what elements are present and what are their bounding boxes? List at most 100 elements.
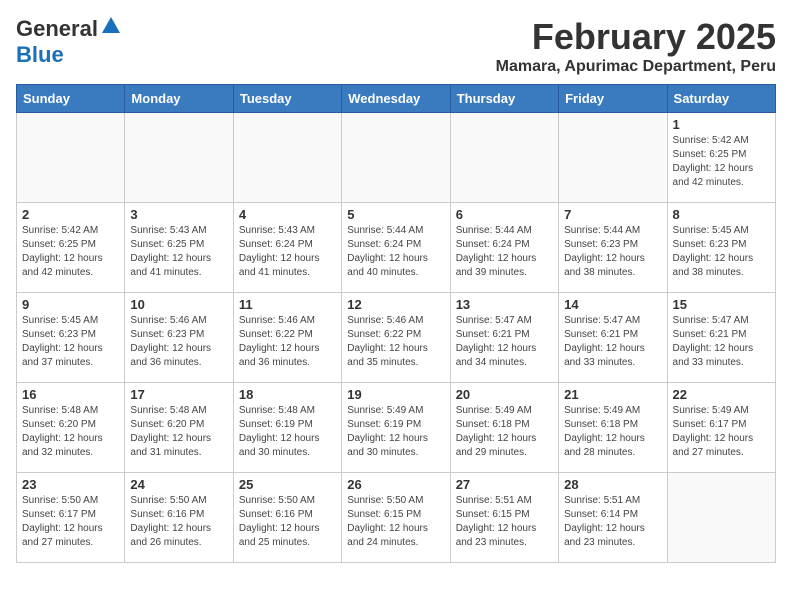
calendar-cell: 18 Sunrise: 5:48 AM Sunset: 6:19 PM Dayli… [233,383,341,473]
logo: General Blue [16,16,122,68]
day-info: Sunrise: 5:46 AM Sunset: 6:22 PM Dayligh… [239,314,336,370]
day-number: 13 [456,297,553,312]
day-number: 25 [239,477,336,492]
day-info: Sunrise: 5:45 AM Sunset: 6:23 PM Dayligh… [673,224,770,280]
logo-triangle-icon [100,15,122,37]
day-info: Sunrise: 5:46 AM Sunset: 6:23 PM Dayligh… [130,314,227,370]
calendar-cell: 16 Sunrise: 5:48 AM Sunset: 6:20 PM Dayli… [17,383,125,473]
calendar-cell: 14 Sunrise: 5:47 AM Sunset: 6:21 PM Dayli… [559,293,667,383]
day-number: 27 [456,477,553,492]
calendar-cell [17,113,125,203]
calendar-cell: 25 Sunrise: 5:50 AM Sunset: 6:16 PM Dayli… [233,473,341,563]
calendar-cell: 6 Sunrise: 5:44 AM Sunset: 6:24 PM Daylig… [450,203,558,293]
day-number: 5 [347,207,444,222]
calendar-cell: 9 Sunrise: 5:45 AM Sunset: 6:23 PM Daylig… [17,293,125,383]
title-area: February 2025 Mamara, Apurimac Departmen… [496,16,776,76]
day-info: Sunrise: 5:47 AM Sunset: 6:21 PM Dayligh… [564,314,661,370]
day-number: 11 [239,297,336,312]
calendar-cell: 23 Sunrise: 5:50 AM Sunset: 6:17 PM Dayli… [17,473,125,563]
calendar-cell: 27 Sunrise: 5:51 AM Sunset: 6:15 PM Dayli… [450,473,558,563]
calendar-cell: 17 Sunrise: 5:48 AM Sunset: 6:20 PM Dayli… [125,383,233,473]
day-number: 10 [130,297,227,312]
calendar-cell: 8 Sunrise: 5:45 AM Sunset: 6:23 PM Daylig… [667,203,775,293]
calendar-week-2: 2 Sunrise: 5:42 AM Sunset: 6:25 PM Daylig… [17,203,776,293]
day-info: Sunrise: 5:50 AM Sunset: 6:15 PM Dayligh… [347,494,444,550]
day-number: 15 [673,297,770,312]
day-number: 18 [239,387,336,402]
day-number: 16 [22,387,119,402]
day-info: Sunrise: 5:49 AM Sunset: 6:18 PM Dayligh… [564,404,661,460]
calendar-cell: 12 Sunrise: 5:46 AM Sunset: 6:22 PM Dayli… [342,293,450,383]
day-info: Sunrise: 5:48 AM Sunset: 6:19 PM Dayligh… [239,404,336,460]
day-info: Sunrise: 5:44 AM Sunset: 6:24 PM Dayligh… [347,224,444,280]
day-header-wednesday: Wednesday [342,85,450,113]
day-number: 14 [564,297,661,312]
day-number: 7 [564,207,661,222]
day-number: 3 [130,207,227,222]
calendar-week-4: 16 Sunrise: 5:48 AM Sunset: 6:20 PM Dayli… [17,383,776,473]
day-header-friday: Friday [559,85,667,113]
day-info: Sunrise: 5:45 AM Sunset: 6:23 PM Dayligh… [22,314,119,370]
day-header-monday: Monday [125,85,233,113]
day-header-saturday: Saturday [667,85,775,113]
calendar-table: SundayMondayTuesdayWednesdayThursdayFrid… [16,84,776,563]
calendar-cell: 2 Sunrise: 5:42 AM Sunset: 6:25 PM Daylig… [17,203,125,293]
calendar-cell [559,113,667,203]
day-header-tuesday: Tuesday [233,85,341,113]
day-number: 22 [673,387,770,402]
day-number: 24 [130,477,227,492]
logo-general-text: General [16,16,98,42]
logo-blue-text: Blue [16,42,64,67]
calendar-cell: 19 Sunrise: 5:49 AM Sunset: 6:19 PM Dayli… [342,383,450,473]
calendar-cell: 24 Sunrise: 5:50 AM Sunset: 6:16 PM Dayli… [125,473,233,563]
day-number: 26 [347,477,444,492]
calendar-cell: 26 Sunrise: 5:50 AM Sunset: 6:15 PM Dayli… [342,473,450,563]
day-number: 21 [564,387,661,402]
calendar-cell: 4 Sunrise: 5:43 AM Sunset: 6:24 PM Daylig… [233,203,341,293]
day-number: 17 [130,387,227,402]
day-number: 4 [239,207,336,222]
day-info: Sunrise: 5:50 AM Sunset: 6:16 PM Dayligh… [130,494,227,550]
day-number: 6 [456,207,553,222]
calendar-cell: 20Sunrise: 5:49 AM Sunset: 6:18 PM Dayli… [450,383,558,473]
day-info: Sunrise: 5:50 AM Sunset: 6:17 PM Dayligh… [22,494,119,550]
day-info: Sunrise: 5:42 AM Sunset: 6:25 PM Dayligh… [22,224,119,280]
location-title: Mamara, Apurimac Department, Peru [496,58,776,76]
day-info: Sunrise: 5:50 AM Sunset: 6:16 PM Dayligh… [239,494,336,550]
day-info: Sunrise: 5:48 AM Sunset: 6:20 PM Dayligh… [130,404,227,460]
day-header-sunday: Sunday [17,85,125,113]
day-number: 1 [673,117,770,132]
day-info: Sunrise: 5:47 AM Sunset: 6:21 PM Dayligh… [673,314,770,370]
calendar-cell: 7Sunrise: 5:44 AM Sunset: 6:23 PM Daylig… [559,203,667,293]
day-info: Sunrise: 5:48 AM Sunset: 6:20 PM Dayligh… [22,404,119,460]
day-header-thursday: Thursday [450,85,558,113]
day-info: Sunrise: 5:49 AM Sunset: 6:19 PM Dayligh… [347,404,444,460]
calendar-cell [342,113,450,203]
day-info: Sunrise: 5:43 AM Sunset: 6:25 PM Dayligh… [130,224,227,280]
calendar-cell: 5 Sunrise: 5:44 AM Sunset: 6:24 PM Daylig… [342,203,450,293]
calendar-week-1: 1 Sunrise: 5:42 AM Sunset: 6:25 PM Daylig… [17,113,776,203]
calendar-cell [125,113,233,203]
day-info: Sunrise: 5:42 AM Sunset: 6:25 PM Dayligh… [673,134,770,190]
calendar-cell [450,113,558,203]
day-info: Sunrise: 5:51 AM Sunset: 6:14 PM Dayligh… [564,494,661,550]
day-info: Sunrise: 5:51 AM Sunset: 6:15 PM Dayligh… [456,494,553,550]
day-number: 23 [22,477,119,492]
day-info: Sunrise: 5:46 AM Sunset: 6:22 PM Dayligh… [347,314,444,370]
calendar-cell [233,113,341,203]
day-info: Sunrise: 5:43 AM Sunset: 6:24 PM Dayligh… [239,224,336,280]
page-header: General Blue February 2025 Mamara, Apuri… [16,16,776,76]
day-info: Sunrise: 5:44 AM Sunset: 6:24 PM Dayligh… [456,224,553,280]
day-number: 19 [347,387,444,402]
calendar-cell: 10 Sunrise: 5:46 AM Sunset: 6:23 PM Dayli… [125,293,233,383]
day-number: 12 [347,297,444,312]
calendar-week-5: 23 Sunrise: 5:50 AM Sunset: 6:17 PM Dayli… [17,473,776,563]
day-number: 8 [673,207,770,222]
calendar-week-3: 9 Sunrise: 5:45 AM Sunset: 6:23 PM Daylig… [17,293,776,383]
day-number: 28 [564,477,661,492]
day-info: Sunrise: 5:49 AM Sunset: 6:17 PM Dayligh… [673,404,770,460]
calendar-cell: 13Sunrise: 5:47 AM Sunset: 6:21 PM Dayli… [450,293,558,383]
day-number: 2 [22,207,119,222]
calendar-cell: 1 Sunrise: 5:42 AM Sunset: 6:25 PM Daylig… [667,113,775,203]
day-number: 9 [22,297,119,312]
